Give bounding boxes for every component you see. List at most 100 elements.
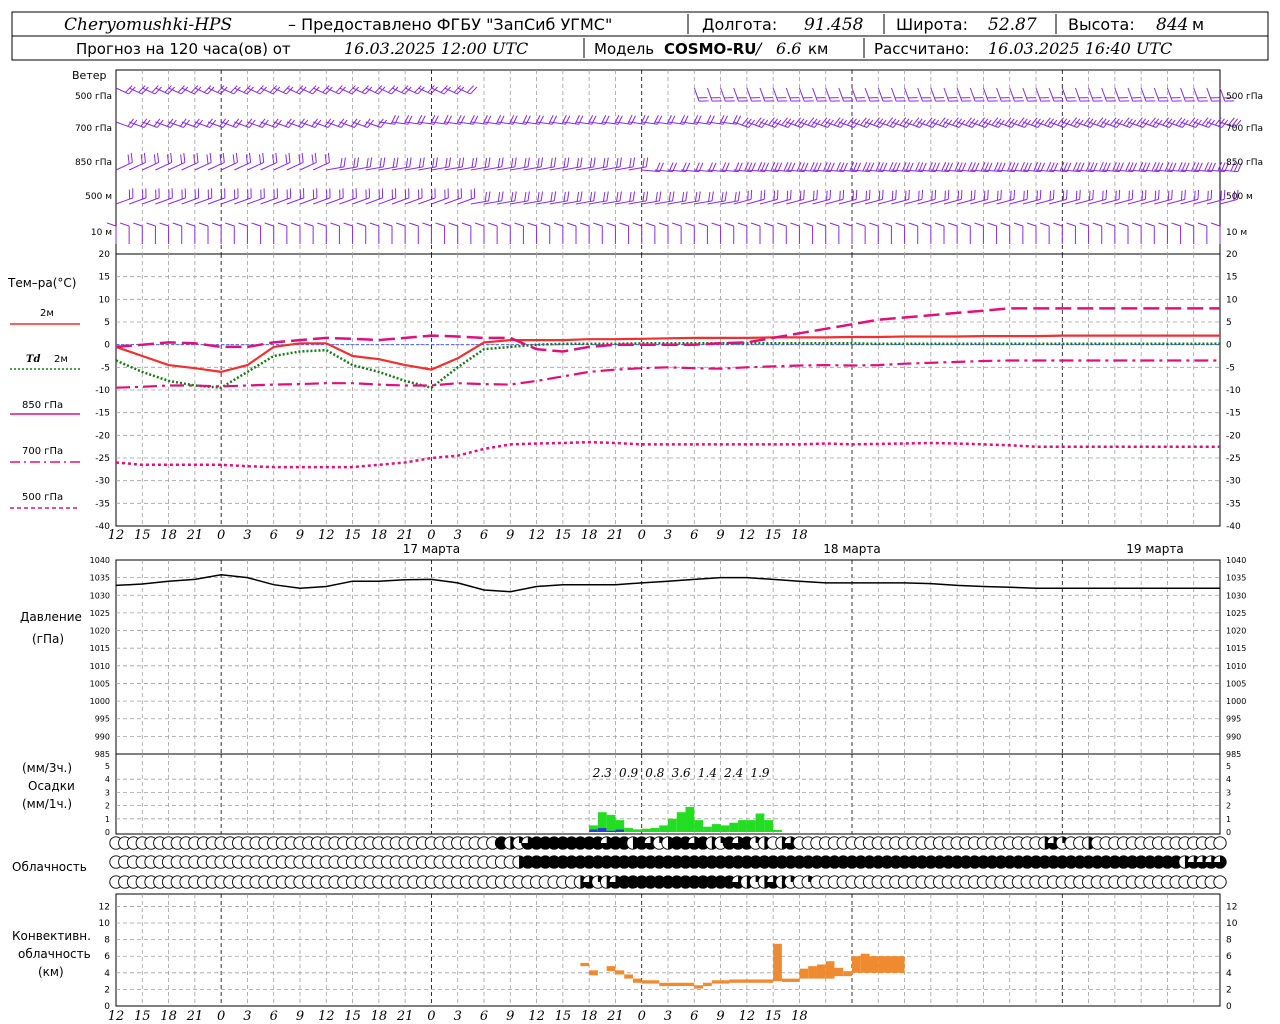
precip-bar-snow [597,828,607,832]
barb-staff [943,87,950,102]
pressure-ytick-left: 1000 [90,697,110,706]
wind-barb [382,222,393,244]
barb-flag [404,189,407,200]
wind-barb [1053,222,1063,244]
legend-500-label: 500 гПа [22,492,63,503]
wind-barb [1048,87,1064,102]
wind-barb [855,222,866,244]
barb-staff [1193,87,1199,102]
barb-flag [247,189,249,200]
wind-barb [619,222,630,244]
barb-flag [1118,222,1129,227]
barb-flag [1210,97,1220,99]
temp-ytick-left: -35 [95,499,110,509]
barb-staff [1061,87,1068,102]
barb-flag [1000,189,1002,200]
precip-bar-rain [668,818,677,832]
barb-flag [470,189,472,200]
pressure-ytick-left: 1005 [90,679,110,688]
xtick-label: 15 [344,528,361,543]
barb-flag [448,222,458,227]
barb-flag [961,222,971,227]
xtick-label: 21 [396,528,414,543]
wind-barb [198,222,209,244]
wind-level-label-left: 500 гПа [75,92,112,102]
cloud-cover-symbols [109,836,1227,889]
barb-flag [434,188,436,198]
barb-flag [142,189,144,200]
barb-flag [593,191,596,201]
temp-ytick-right: 10 [1226,295,1238,305]
conv-segment [781,978,800,982]
xtick-label: 15 [555,528,572,543]
barb-staff [299,161,317,171]
barb-flag [856,100,867,102]
cloud-symbol [1213,875,1227,889]
xtick-label-bottom: 15 [344,1009,361,1024]
xtick-label-bottom: 18 [581,1009,598,1024]
legend-700-label: 700 гПа [22,446,63,457]
wind-barb [996,87,1011,102]
barb-flag [708,192,711,202]
barb-staff [733,87,739,102]
barb-flag [865,190,868,201]
wind-barb [746,87,762,102]
xtick-label: 12 [528,528,545,543]
barb-flag [298,154,301,164]
barb-staff [759,87,766,102]
conv-segment [694,985,704,989]
barb-flag [1144,189,1147,200]
precip-bar-rain [729,822,739,832]
wind-level-label-right: 700 гПа [1226,124,1263,134]
xtick-label-bottom: 12 [108,1009,125,1024]
precip-3h-sum: 0.8 [645,766,664,780]
model-res-unit: км [808,40,828,58]
wind-barb [720,87,735,102]
wind-barbs [106,85,1243,244]
barb-flag [1158,189,1160,200]
barb-flag [711,191,714,201]
precip-bar-rain [720,825,730,832]
conv-label-1: Конвективн. [12,929,91,943]
barb-flag [697,97,708,99]
cloud-circle [1213,836,1227,850]
barb-flag [763,189,766,200]
xtick-label: 6 [270,528,278,543]
barb-flag [842,222,853,227]
wind-barb [185,222,196,244]
barb-flag [324,154,327,164]
xtick-label: 18 [581,528,598,543]
wind-barb [825,87,840,102]
xtick-label: 6 [480,528,488,543]
barb-flag [527,222,537,227]
barb-flag [658,222,669,227]
alt-unit: м [1192,15,1204,34]
precip-ytick-right: 4 [1226,775,1231,784]
wind-barb [487,222,498,244]
barb-flag [868,189,871,200]
barb-staff [115,161,133,171]
wind-barb [303,222,314,244]
barb-flag [553,191,557,201]
barb-flag [812,190,815,201]
barb-flag [908,97,918,99]
barb-flag [1145,100,1156,102]
barb-flag [183,152,186,163]
barb-flag [1171,97,1181,99]
barb-staff [260,161,278,171]
barb-staff [286,161,304,171]
barb-flag [672,191,675,201]
wind-barb [921,222,932,244]
barb-flag [421,188,423,198]
xtick-label: 3 [243,528,251,543]
barb-flag [314,152,317,163]
barb-flag [698,191,701,201]
barb-flag [1210,189,1213,200]
barb-flag [312,189,315,200]
wind-barb [286,85,307,95]
wind-barb [724,222,735,244]
barb-flag [392,158,396,168]
model-res: 6.6 [776,39,801,58]
barb-flag [580,157,583,167]
barb-flag [658,191,662,201]
